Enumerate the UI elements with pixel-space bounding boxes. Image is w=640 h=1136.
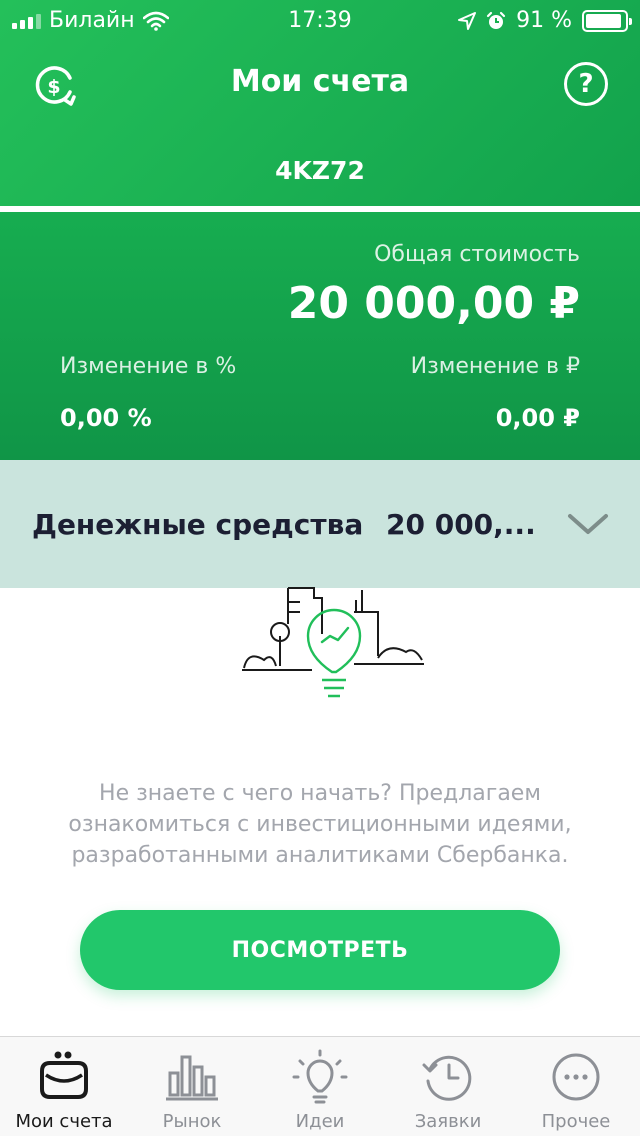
- total-value-label: Общая стоимость: [374, 242, 580, 267]
- tab-more[interactable]: Прочее: [512, 1037, 640, 1136]
- status-bar: Билайн 17:39 91 %: [0, 0, 640, 40]
- history-clock-icon: [422, 1055, 472, 1101]
- cash-value: 20 000,...: [386, 508, 536, 541]
- battery-percent: 91 %: [516, 8, 572, 33]
- city-lightbulb-illustration: [242, 587, 424, 698]
- tab-my-accounts[interactable]: Мои счета: [0, 1037, 128, 1136]
- tab-market[interactable]: Рынок: [128, 1037, 256, 1136]
- cash-row[interactable]: Денежные средства 20 000,...: [0, 460, 640, 588]
- account-number[interactable]: 4KZ72: [0, 156, 640, 185]
- change-rub-value: 0,00 ₽: [495, 404, 580, 432]
- view-ideas-button[interactable]: ПОСМОТРЕТЬ: [80, 910, 560, 990]
- tab-label: Идеи: [295, 1111, 345, 1132]
- change-rub-label: Изменение в ₽: [410, 354, 580, 379]
- tab-orders[interactable]: Заявки: [384, 1037, 512, 1136]
- change-percent-value: 0,00 %: [60, 404, 152, 432]
- tab-bar: Мои счета Рынок Идеи Заявки Прочее: [0, 1036, 640, 1136]
- total-value: 20 000,00 ₽: [287, 278, 580, 329]
- tab-label: Заявки: [414, 1111, 482, 1132]
- portfolio-summary: Общая стоимость 20 000,00 ₽ Изменение в …: [0, 212, 640, 460]
- help-icon[interactable]: ?: [564, 62, 608, 106]
- page-title: Мои счета: [230, 64, 410, 99]
- location-arrow-icon: [458, 11, 477, 30]
- tab-label: Прочее: [541, 1111, 611, 1132]
- lightbulb-icon: [292, 1049, 348, 1104]
- change-percent-label: Изменение в %: [60, 354, 237, 379]
- tab-label: Мои счета: [15, 1111, 113, 1132]
- chevron-down-icon[interactable]: [566, 504, 610, 544]
- market-chart-icon: [166, 1055, 218, 1101]
- more-dots-icon: [552, 1053, 600, 1101]
- wallet-icon: [40, 1051, 88, 1099]
- tab-ideas[interactable]: Идеи: [256, 1037, 384, 1136]
- battery-icon: [582, 9, 632, 32]
- tab-label: Рынок: [162, 1111, 222, 1132]
- cash-label: Денежные средства: [32, 508, 364, 541]
- alarm-clock-icon: [486, 11, 506, 29]
- promo-text: Не знаете с чего начать? Предлагаем озна…: [68, 781, 572, 868]
